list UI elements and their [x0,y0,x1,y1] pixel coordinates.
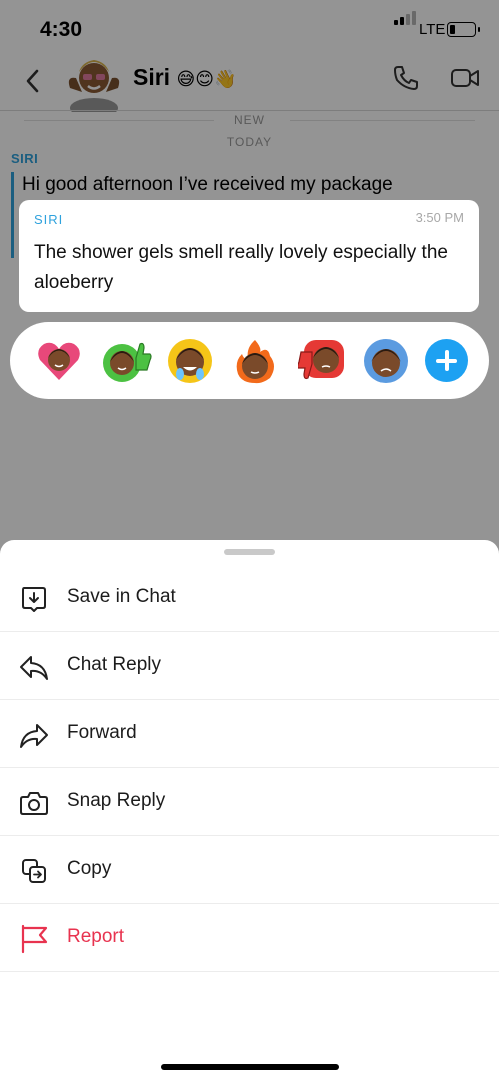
home-indicator[interactable] [161,1064,339,1070]
sad-bitmoji-icon[interactable] [363,338,409,384]
copy-button[interactable]: Copy [0,836,499,904]
reactions-bar [10,322,489,399]
forward-arrow-icon [20,724,48,748]
laughing-bitmoji-icon[interactable] [167,338,213,384]
flag-icon [21,924,48,954]
forward-label: Forward [67,722,137,743]
thumbs-down-bitmoji-icon[interactable] [298,338,344,384]
separator [0,971,499,972]
sheet-grabber[interactable] [224,549,275,555]
snap-reply-button[interactable]: Snap Reply [0,768,499,836]
forward-button[interactable]: Forward [0,700,499,768]
add-reaction-icon[interactable] [425,339,468,382]
selected-message-sender: SIRI [34,212,64,227]
camera-icon [20,792,48,815]
chat-reply-button[interactable]: Chat Reply [0,632,499,700]
heart-bitmoji-icon[interactable] [36,338,82,384]
selected-message-card: SIRI 3:50 PM The shower gels smell reall… [19,200,479,312]
snap-reply-label: Snap Reply [67,790,166,811]
selected-message-text: The shower gels smell really lovely espe… [34,242,448,293]
thumbs-up-bitmoji-icon[interactable] [102,338,152,384]
copy-label: Copy [67,858,112,879]
save-in-chat-label: Save in Chat [67,586,176,607]
report-label: Report [67,926,125,947]
save-in-chat-button[interactable]: Save in Chat [0,564,499,632]
reply-arrow-icon [20,656,48,680]
report-button[interactable]: Report [0,904,499,972]
action-sheet: Save in Chat Chat Reply Forward Snap Rep… [0,540,499,1080]
selected-message-time: 3:50 PM [415,210,464,225]
chat-reply-label: Chat Reply [67,654,161,675]
fire-bitmoji-icon[interactable] [232,338,278,384]
copy-icon [22,859,46,883]
save-in-chat-icon [22,587,46,612]
